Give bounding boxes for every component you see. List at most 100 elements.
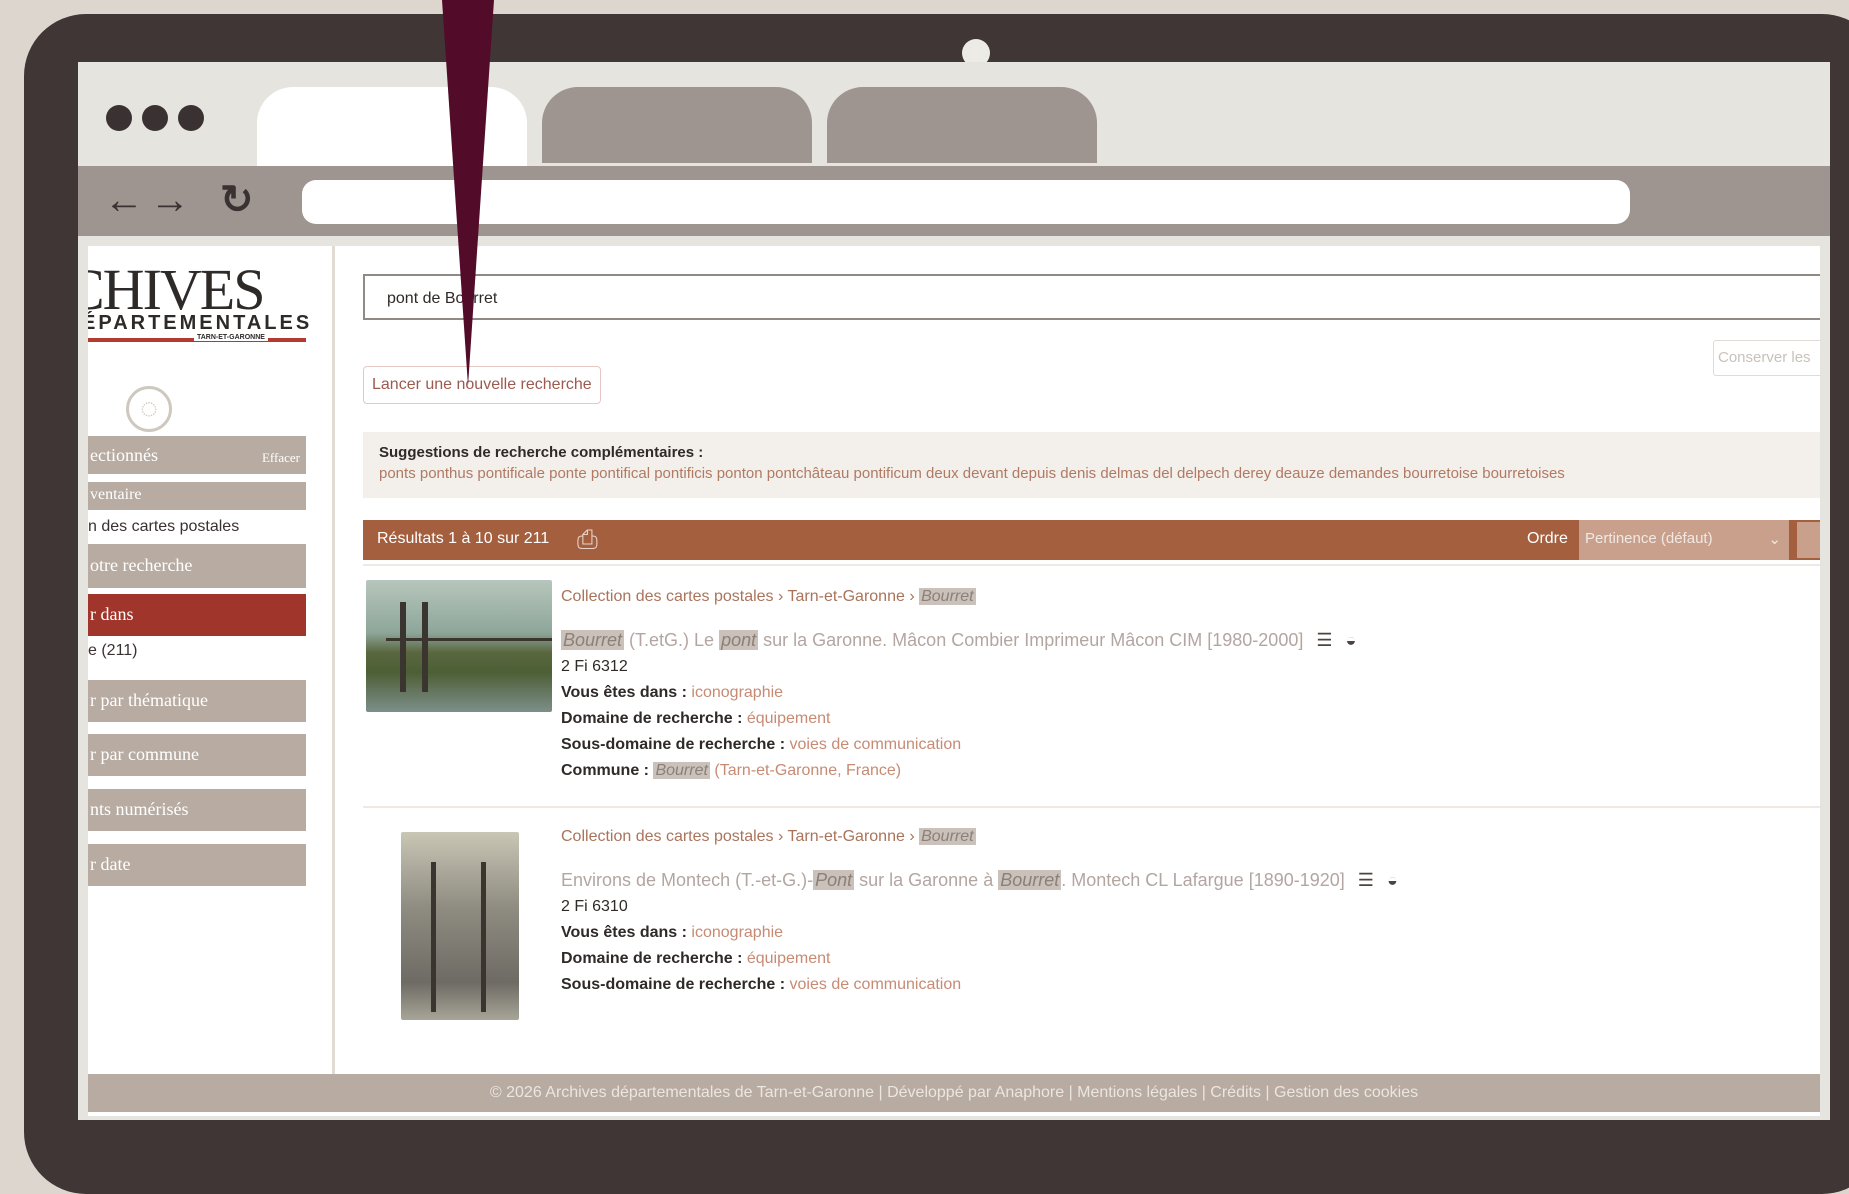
field-value[interactable]: voies de communication [790,976,962,993]
title-text: sur la Garonne à [854,870,999,890]
printer-icon[interactable]: ⎙ [577,524,598,556]
sidebar-selected-label: ectionnés [90,445,158,465]
result-item: Collection des cartes postales › Tarn-et… [363,820,1820,1060]
suggestions-words[interactable]: ponts ponthus pontificale ponte pontific… [379,465,1807,482]
basket-icon[interactable]: ◒ [1346,630,1357,650]
results-bar: Résultats 1 à 10 sur 211 ⎙ Ordre Pertine… [363,520,1820,560]
window-dot-1[interactable] [106,105,132,131]
field-label: Vous êtes dans : [561,924,687,941]
commune-highlight[interactable]: Bourret [653,762,710,779]
browser-window: ← → ↻ CHIVES ÉPARTEMENTALES TARN-ET-GARO… [78,62,1830,1120]
web-page: CHIVES ÉPARTEMENTALES TARN-ET-GARONNE ◌ … [88,246,1820,1116]
browser-tab-3[interactable] [827,87,1097,163]
title-text: Environs de Montech (T.-et-G.)- [561,870,814,890]
archives-logo[interactable]: CHIVES ÉPARTEMENTALES TARN-ET-GARONNE [88,256,318,342]
field-label: Domaine de recherche : [561,710,743,727]
field-label: Vous êtes dans : [561,684,687,701]
window-dot-3[interactable] [178,105,204,131]
result-breadcrumb[interactable]: Collection des cartes postales › Tarn-et… [561,828,976,846]
window-dot-2[interactable] [142,105,168,131]
sidebar-search-in[interactable]: r dans [88,594,306,636]
order-select[interactable]: Pertinence (défaut) ⌄ [1579,520,1789,560]
field-value[interactable]: (Tarn-et-Garonne, France) [710,762,901,779]
browser-tab-2[interactable] [542,87,812,163]
address-bar[interactable] [302,180,1630,224]
result-commune: Commune : Bourret (Tarn-et-Garonne, Fran… [561,762,901,780]
field-value[interactable]: équipement [747,710,831,727]
breadcrumb-text[interactable]: Collection des cartes postales › Tarn-et… [561,828,915,845]
order-select-value: Pertinence (défaut) [1585,530,1713,547]
breadcrumb-highlight[interactable]: Bourret [919,828,976,845]
result-sousdomaine: Sous-domaine de recherche : voies de com… [561,736,961,754]
sidebar: CHIVES ÉPARTEMENTALES TARN-ET-GARONNE ◌ … [88,246,334,1074]
sidebar-selected[interactable]: ectionnés Effacer [88,436,306,474]
back-arrow-icon[interactable]: ← [104,180,144,220]
field-value[interactable]: iconographie [691,924,783,941]
result-title[interactable]: Environs de Montech (T.-et-G.)- Pont sur … [561,870,1398,891]
sidebar-collection-text[interactable]: n des cartes postales [88,518,239,536]
chevron-down-icon: ⌄ [1768,531,1781,548]
field-label: Commune : [561,762,649,779]
bridge-pylon [431,862,436,1012]
result-thumbnail[interactable] [366,580,552,712]
bridge-pylon [422,602,428,692]
result-vous: Vous êtes dans : iconographie [561,924,783,942]
basket-icon[interactable]: ◒ [1387,870,1398,890]
field-label: Sous-domaine de recherche : [561,976,786,993]
document-list-icon[interactable]: ☰ [1316,630,1332,650]
title-text: (T.etG.) Le [624,630,720,650]
result-domaine: Domaine de recherche : équipement [561,710,830,728]
sidebar-by-theme[interactable]: r par thématique [88,680,306,722]
sidebar-digitized[interactable]: nts numérisés [88,789,306,831]
breadcrumb-highlight[interactable]: Bourret [919,588,976,605]
logo-sub-text: ÉPARTEMENTALES [88,312,313,334]
result-thumbnail[interactable] [401,832,519,1020]
suggestions-title: Suggestions de recherche complémentaires… [379,444,704,461]
title-highlight: Pont [813,870,855,890]
bridge-deck [386,638,552,641]
field-value[interactable]: iconographie [691,684,783,701]
title-highlight: Bourret [561,630,625,650]
globe-icon[interactable]: ◌ [126,386,172,432]
site-footer[interactable]: © 2026 Archives départementales de Tarn-… [88,1074,1820,1112]
order-label: Ordre [1527,530,1568,547]
result-title[interactable]: Bourret (T.etG.) Le pont sur la Garonne.… [561,630,1356,651]
sidebar-divider [332,246,335,1074]
field-value[interactable]: voies de communication [790,736,962,753]
results-divider [363,564,1820,566]
results-count: Résultats 1 à 10 sur 211 [377,530,550,547]
reload-icon[interactable]: ↻ [220,180,254,220]
view-toggle-button[interactable] [1797,522,1820,558]
field-value[interactable]: équipement [747,950,831,967]
results-divider [363,806,1820,808]
logo-tiny-text: TARN-ET-GARONNE [194,334,268,341]
forward-arrow-icon[interactable]: → [150,180,190,220]
result-item: Collection des cartes postales › Tarn-et… [363,580,1820,780]
result-reference: 2 Fi 6312 [561,658,628,675]
result-reference: 2 Fi 6310 [561,898,628,915]
bridge-pylon [400,602,406,692]
sidebar-count-text[interactable]: e (211) [88,642,138,660]
document-list-icon[interactable]: ☰ [1358,870,1374,890]
result-sousdomaine: Sous-domaine de recherche : voies de com… [561,976,961,994]
title-text: . Montech CL Lafargue [1890-1920] [1061,870,1345,890]
sidebar-inventory[interactable]: ventaire [88,482,306,510]
sidebar-refine[interactable]: otre recherche [88,544,306,588]
breadcrumb-text[interactable]: Collection des cartes postales › Tarn-et… [561,588,915,605]
result-domaine: Domaine de recherche : équipement [561,950,830,968]
result-vous: Vous êtes dans : iconographie [561,684,783,702]
browser-toolbar: ← → ↻ [78,166,1830,236]
field-label: Domaine de recherche : [561,950,743,967]
search-input[interactable]: pont de Bourret [363,274,1820,320]
field-label: Sous-domaine de recherche : [561,736,786,753]
sidebar-by-date[interactable]: r date [88,844,306,886]
title-text: sur la Garonne. Mâcon Combier Imprimeur … [758,630,1304,650]
erase-link[interactable]: Effacer [262,450,300,466]
bridge-pylon [481,862,486,1012]
main-content: pont de Bourret Conserver les Lancer une… [363,246,1820,1074]
sidebar-by-commune[interactable]: r par commune [88,734,306,776]
keep-search-button[interactable]: Conserver les [1713,340,1820,376]
pointer-arrow [442,0,494,386]
result-breadcrumb[interactable]: Collection des cartes postales › Tarn-et… [561,588,976,606]
suggestions-panel: Suggestions de recherche complémentaires… [363,432,1820,498]
